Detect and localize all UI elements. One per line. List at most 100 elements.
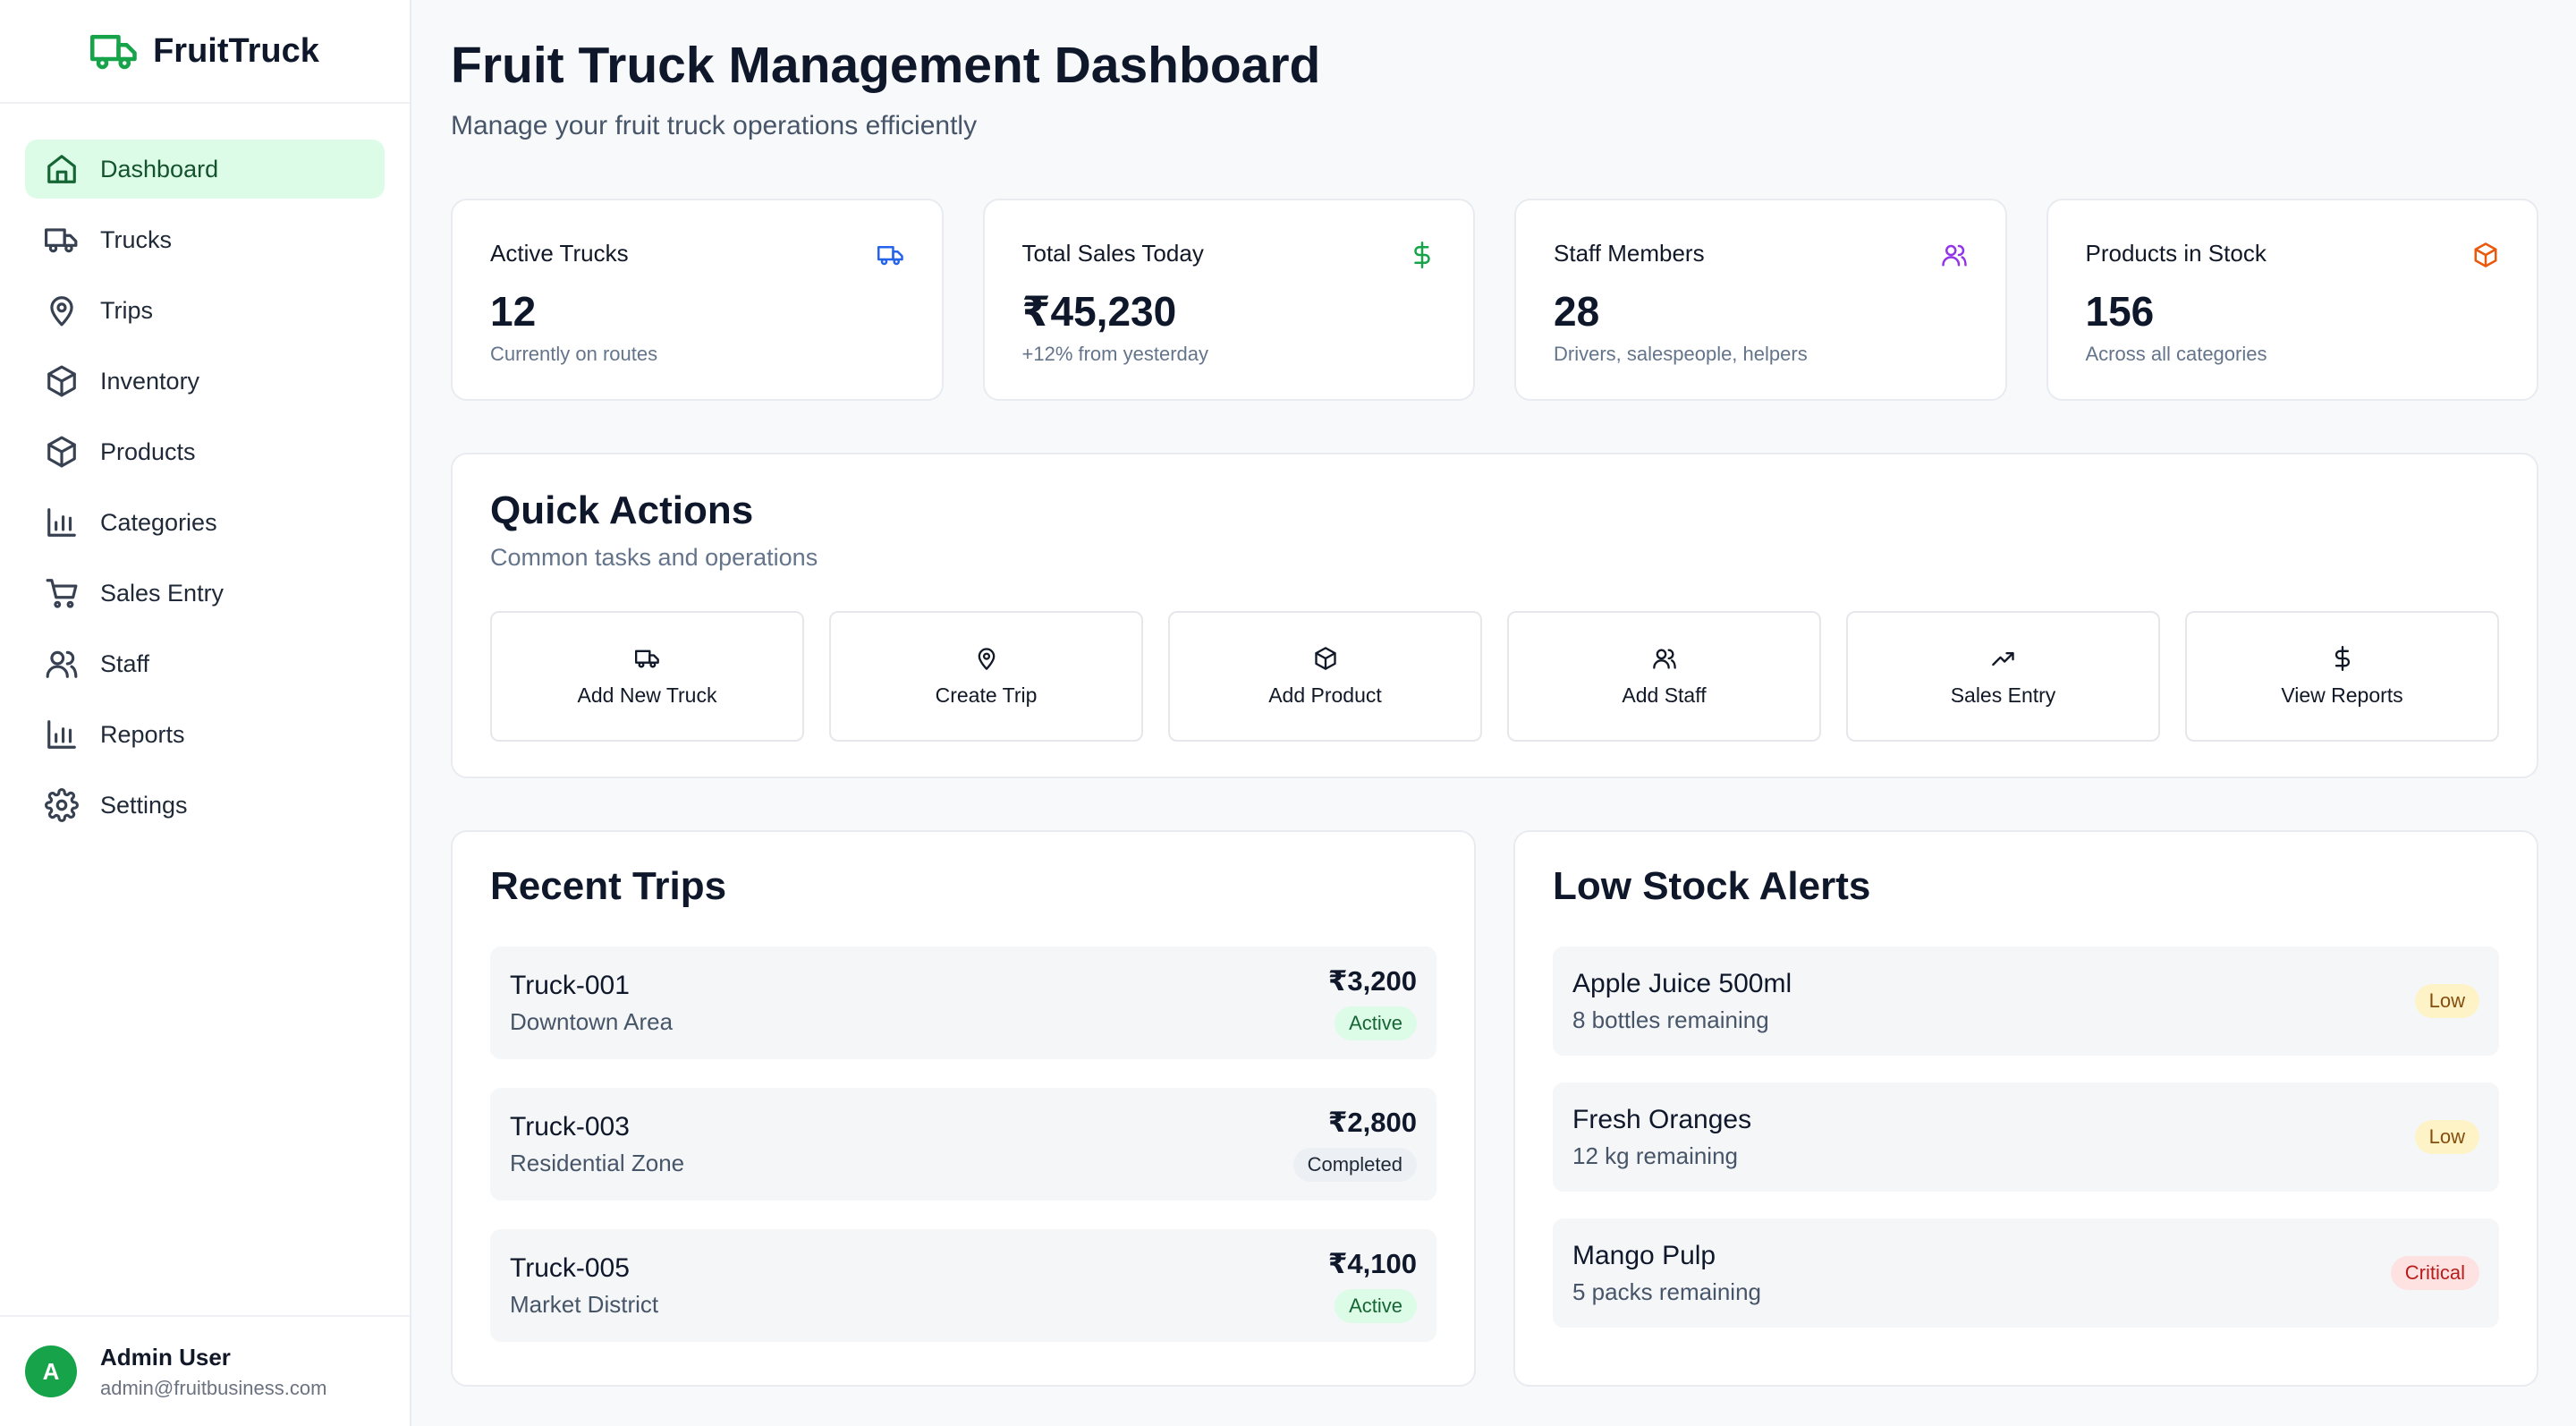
stat-card-total-sales: Total Sales Today ₹45,230 +12% from yest…: [982, 199, 1475, 401]
sidebar-item-label: Sales Entry: [100, 579, 225, 607]
sidebar-item-sales-entry[interactable]: Sales Entry: [25, 564, 385, 623]
package-icon: [45, 364, 79, 398]
add-new-truck-button[interactable]: Add New Truck: [490, 611, 804, 742]
sidebar-item-label: Staff: [100, 649, 150, 677]
low-stock-alerts-card: Low Stock Alerts Apple Juice 500ml 8 bot…: [1513, 830, 2538, 1387]
stat-label: Total Sales Today: [1021, 240, 1204, 267]
stat-value: 28: [1554, 288, 1600, 335]
list-item[interactable]: Truck-003 Residential Zone ₹2,800 Comple…: [490, 1088, 1436, 1201]
map-pin-icon: [974, 646, 999, 671]
sidebar-item-label: Settings: [100, 791, 188, 819]
trip-amount: ₹3,200: [1327, 965, 1417, 997]
create-trip-button[interactable]: Create Trip: [829, 611, 1143, 742]
stat-label: Staff Members: [1554, 240, 1705, 267]
sidebar-item-products[interactable]: Products: [25, 422, 385, 481]
user-profile[interactable]: A Admin User admin@fruitbusiness.com: [0, 1315, 410, 1426]
trip-truck: Truck-003: [510, 1111, 630, 1142]
button-label: View Reports: [2281, 683, 2403, 707]
stock-item-name: Apple Juice 500ml: [1572, 968, 1792, 998]
trip-area: Market District: [510, 1290, 659, 1318]
recent-trips-list: Truck-001 Downtown Area ₹3,200 Active Tr…: [490, 946, 1436, 1342]
home-icon: [45, 152, 79, 186]
list-item[interactable]: Fresh Oranges 12 kg remaining Low: [1553, 1082, 2499, 1192]
trip-amount: ₹2,800: [1327, 1107, 1417, 1138]
sidebar-item-trucks[interactable]: Trucks: [25, 210, 385, 269]
sidebar-item-label: Trucks: [100, 225, 172, 253]
list-item[interactable]: Truck-001 Downtown Area ₹3,200 Active: [490, 946, 1436, 1059]
status-badge: Completed: [1292, 1148, 1417, 1182]
stock-level-badge: Low: [2414, 1120, 2479, 1154]
recent-trips-card: Recent Trips Truck-001 Downtown Area ₹3,…: [451, 830, 1476, 1387]
stat-card-staff-members: Staff Members 28 Drivers, salespeople, h…: [1514, 199, 2007, 401]
trip-truck: Truck-005: [510, 1252, 630, 1283]
sidebar-item-categories[interactable]: Categories: [25, 493, 385, 552]
sales-entry-button[interactable]: Sales Entry: [1846, 611, 2160, 742]
map-pin-icon: [45, 293, 79, 327]
sidebar: FruitTruck Dashboard Trucks Trips Invent…: [0, 0, 411, 1426]
status-badge: Active: [1335, 1006, 1417, 1040]
stat-label: Active Trucks: [490, 240, 629, 267]
sidebar-nav: Dashboard Trucks Trips Inventory Product…: [0, 104, 410, 835]
stat-note: Across all categories: [2085, 343, 2267, 365]
sidebar-item-label: Reports: [100, 720, 185, 748]
users-icon: [45, 647, 79, 681]
button-label: Add Product: [1268, 683, 1382, 707]
stock-level-badge: Low: [2414, 984, 2479, 1018]
stock-item-name: Fresh Oranges: [1572, 1104, 1752, 1134]
page-title: Fruit Truck Management Dashboard: [451, 37, 1321, 94]
stat-value: 12: [490, 288, 537, 335]
bar-chart-icon: [45, 717, 79, 751]
low-stock-title: Low Stock Alerts: [1553, 864, 1871, 908]
quick-actions-subtitle: Common tasks and operations: [490, 544, 818, 571]
sidebar-item-trips[interactable]: Trips: [25, 281, 385, 340]
sidebar-item-inventory[interactable]: Inventory: [25, 352, 385, 411]
sidebar-item-dashboard[interactable]: Dashboard: [25, 140, 385, 199]
brand-name: FruitTruck: [153, 31, 319, 70]
trip-truck: Truck-001: [510, 970, 630, 1000]
user-name: Admin User: [100, 1343, 231, 1371]
stat-value: ₹45,230: [1021, 288, 1177, 335]
quick-actions-card: Quick Actions Common tasks and operation…: [451, 453, 2538, 778]
button-label: Add New Truck: [577, 683, 717, 707]
sidebar-item-label: Dashboard: [100, 155, 219, 182]
truck-icon: [45, 223, 79, 257]
add-product-button[interactable]: Add Product: [1168, 611, 1482, 742]
list-item[interactable]: Apple Juice 500ml 8 bottles remaining Lo…: [1553, 946, 2499, 1056]
sidebar-item-reports[interactable]: Reports: [25, 705, 385, 764]
package-icon: [45, 435, 79, 469]
recent-trips-title: Recent Trips: [490, 864, 727, 908]
add-staff-button[interactable]: Add Staff: [1507, 611, 1821, 742]
stat-note: Drivers, salespeople, helpers: [1554, 343, 1808, 365]
sidebar-item-label: Products: [100, 437, 196, 465]
sidebar-item-settings[interactable]: Settings: [25, 776, 385, 835]
user-email: admin@fruitbusiness.com: [100, 1376, 327, 1399]
stock-remaining: 12 kg remaining: [1572, 1142, 1738, 1169]
users-icon: [1652, 646, 1677, 671]
avatar: A: [25, 1345, 77, 1397]
bar-chart-icon: [45, 505, 79, 539]
trip-amount: ₹4,100: [1327, 1248, 1417, 1279]
sidebar-item-staff[interactable]: Staff: [25, 634, 385, 693]
status-badge: Active: [1335, 1289, 1417, 1323]
button-label: Create Trip: [935, 683, 1038, 707]
stock-remaining: 8 bottles remaining: [1572, 1006, 1769, 1033]
stock-item-name: Mango Pulp: [1572, 1240, 1716, 1270]
stat-card-products-in-stock: Products in Stock 156 Across all categor…: [2046, 199, 2538, 401]
quick-actions-grid: Add New Truck Create Trip Add Product Ad…: [490, 611, 2499, 742]
truck-icon: [90, 30, 139, 72]
brand[interactable]: FruitTruck: [0, 0, 410, 104]
package-icon: [2472, 242, 2499, 268]
trip-area: Residential Zone: [510, 1149, 685, 1176]
stat-note: Currently on routes: [490, 343, 658, 365]
stat-value: 156: [2085, 288, 2155, 335]
dollar-icon: [1409, 242, 1436, 268]
list-item[interactable]: Mango Pulp 5 packs remaining Critical: [1553, 1218, 2499, 1328]
view-reports-button[interactable]: View Reports: [2185, 611, 2499, 742]
list-item[interactable]: Truck-005 Market District ₹4,100 Active: [490, 1229, 1436, 1342]
low-stock-list: Apple Juice 500ml 8 bottles remaining Lo…: [1553, 946, 2499, 1328]
stats-row: Active Trucks 12 Currently on routes Tot…: [451, 199, 2538, 401]
truck-icon: [634, 646, 660, 671]
sidebar-item-label: Categories: [100, 508, 217, 536]
gear-icon: [45, 788, 79, 822]
stock-remaining: 5 packs remaining: [1572, 1277, 1761, 1305]
